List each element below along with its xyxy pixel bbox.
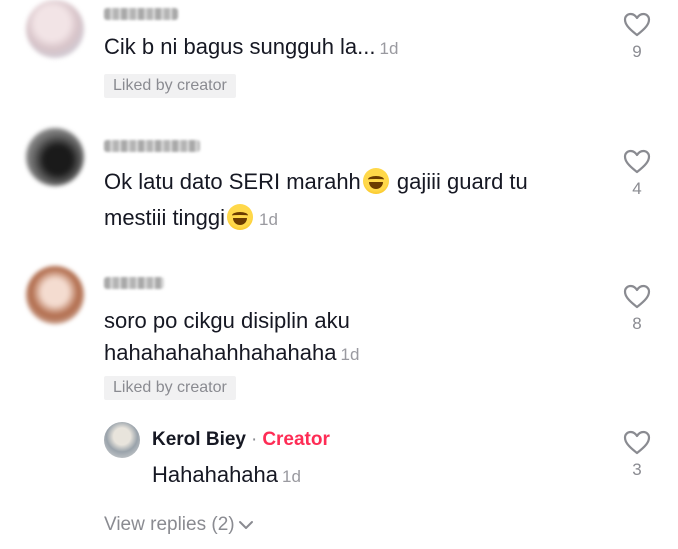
comment-body: Cik b ni bagus sungguh la... xyxy=(104,34,376,59)
reply-text: Hahahahaha 1d xyxy=(152,459,301,493)
comment-text: soro po cikgu disiplin aku xyxy=(104,305,350,337)
comment-body-line2: mestiii tinggi xyxy=(104,205,226,230)
view-replies-label: View replies (2) xyxy=(104,514,235,535)
liked-by-creator-badge: Liked by creator xyxy=(104,74,236,98)
reply-author: Kerol Biey · Creator xyxy=(152,428,330,452)
comment-text: Cik b ni bagus sungguh la... 1d xyxy=(104,31,398,65)
comment-text: Ok latu dato SERI marahh gajiii guard tu xyxy=(104,166,528,198)
separator-dot: · xyxy=(250,429,258,450)
username-blurred[interactable] xyxy=(104,140,200,152)
avatar[interactable] xyxy=(26,266,84,324)
like-count: 9 xyxy=(632,42,642,61)
liked-by-creator-badge: Liked by creator xyxy=(104,376,236,400)
comment-time: 1d xyxy=(259,210,278,229)
username-blurred[interactable] xyxy=(104,277,164,289)
comment-time: 1d xyxy=(379,39,399,58)
heart-icon xyxy=(623,284,651,309)
chevron-down-icon xyxy=(238,520,253,529)
reply-username[interactable]: Kerol Biey xyxy=(152,429,246,450)
comment-text-line2: hahahahahahhahahaha 1d xyxy=(104,337,359,371)
reply-like-button[interactable]: 3 xyxy=(621,430,653,479)
comment-body-line1: soro po cikgu disiplin aku xyxy=(104,308,350,333)
comment-time: 1d xyxy=(340,345,360,364)
avatar[interactable] xyxy=(26,0,84,58)
like-count: 4 xyxy=(632,179,642,198)
heart-icon xyxy=(623,430,651,455)
like-count: 8 xyxy=(632,314,642,333)
creator-badge: Creator xyxy=(262,429,330,450)
heart-icon xyxy=(623,12,651,37)
like-button[interactable]: 4 xyxy=(621,149,653,198)
laughing-emoji-icon xyxy=(362,168,389,194)
reply-time: 1d xyxy=(282,467,301,486)
creator-avatar[interactable] xyxy=(104,422,140,458)
avatar[interactable] xyxy=(26,128,84,186)
like-count: 3 xyxy=(632,460,642,479)
comment-text-line2: mestiii tinggi 1d xyxy=(104,202,278,236)
laughing-emoji-icon xyxy=(227,204,254,230)
comment-body-line2: hahahahahahhahahaha xyxy=(104,340,337,365)
like-button[interactable]: 8 xyxy=(621,284,653,333)
comment-body-line1: Ok latu dato SERI marahh xyxy=(104,169,361,194)
comment-body-line1-after: gajiii guard tu xyxy=(390,169,528,194)
username-blurred[interactable] xyxy=(104,8,178,20)
reply-body: Hahahahaha xyxy=(152,462,279,487)
like-button[interactable]: 9 xyxy=(621,12,653,61)
heart-icon xyxy=(623,149,651,174)
view-replies-button[interactable]: View replies (2) xyxy=(104,513,254,537)
